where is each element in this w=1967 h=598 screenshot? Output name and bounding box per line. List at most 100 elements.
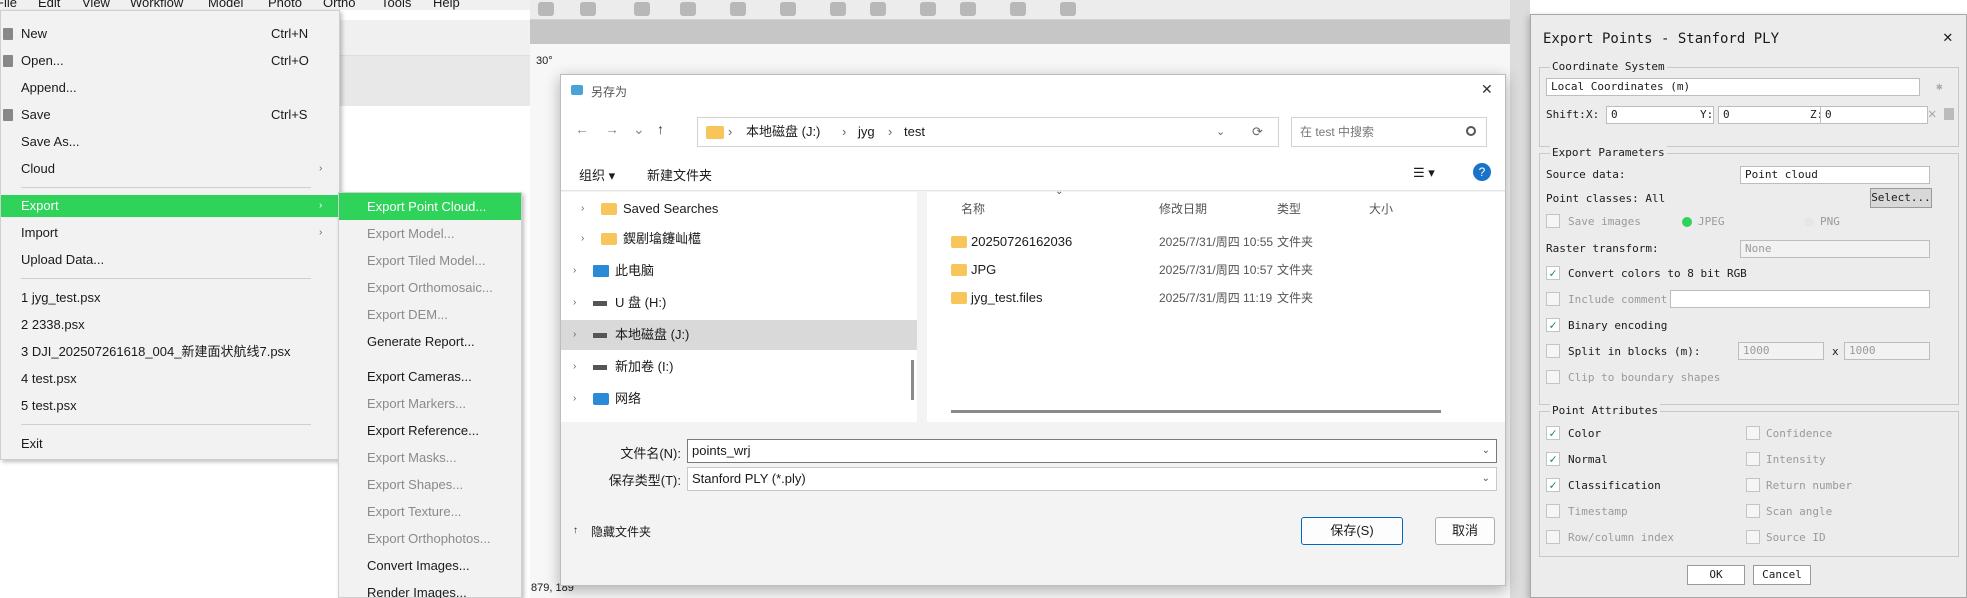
recent-file-5[interactable]: 5 test.psx (1, 395, 339, 417)
horizontal-scrollbar[interactable] (951, 410, 1441, 413)
menu-file[interactable]: File (0, 0, 17, 10)
render-images-item[interactable]: Render Images... (339, 579, 521, 598)
export-tiled-model-item[interactable]: Export Tiled Model... (339, 247, 521, 274)
ok-button[interactable]: OK (1687, 565, 1745, 585)
png-radio[interactable] (1804, 217, 1814, 227)
menu-item-save[interactable]: Save Ctrl+S (1, 104, 339, 126)
export-texture-item[interactable]: Export Texture... (339, 498, 521, 525)
tool-icon[interactable] (680, 2, 696, 16)
chevron-right-icon[interactable]: › (573, 256, 576, 286)
tool-icon[interactable] (580, 2, 596, 16)
clip-boundary-checkbox[interactable] (1546, 370, 1560, 384)
organize-button[interactable]: 组织 ▾ (579, 165, 615, 184)
chevron-down-icon[interactable]: ⌄ (1216, 118, 1225, 146)
menu-item-save-as[interactable]: Save As... (1, 131, 339, 153)
raster-transform-select[interactable]: None (1740, 240, 1930, 258)
chevron-right-icon[interactable]: › (573, 352, 576, 382)
close-icon[interactable]: ✕ (1943, 27, 1953, 46)
export-model-item[interactable]: Export Model... (339, 220, 521, 247)
hide-folders-toggle[interactable]: 隐藏文件夹 (591, 523, 651, 540)
export-orthomosaic-item[interactable]: Export Orthomosaic... (339, 274, 521, 301)
menu-help[interactable]: Help (433, 0, 460, 10)
filetype-select[interactable]: Stanford PLY (*.ply) ⌄ (687, 467, 1497, 491)
return-number-checkbox[interactable] (1746, 478, 1760, 492)
menu-photo[interactable]: Photo (268, 0, 302, 10)
column-date[interactable]: 修改日期 (1159, 200, 1207, 217)
menu-view[interactable]: View (82, 0, 110, 10)
address-bar[interactable]: › 本地磁盘 (J:) › jyg › test ⌄ ⟳ (697, 117, 1279, 147)
file-row[interactable]: 20250726162036 2025/7/31/周四 10:55 文件夹 (927, 228, 1505, 256)
recent-file-1[interactable]: 1 jyg_test.psx (1, 287, 339, 309)
chevron-up-icon[interactable]: ↑ (573, 525, 578, 536)
export-masks-item[interactable]: Export Masks... (339, 444, 521, 471)
breadcrumb-test[interactable]: test (904, 118, 925, 146)
nav-scrollbar[interactable] (911, 360, 914, 400)
select-classes-button[interactable]: Select... (1870, 188, 1932, 208)
nav-item-network[interactable]: › 网络 (561, 384, 917, 414)
generate-report-item[interactable]: Generate Report... (339, 328, 521, 355)
up-folder-icon[interactable]: ↑ (657, 121, 664, 137)
tool-icon[interactable] (920, 2, 936, 16)
normal-checkbox[interactable]: ✓ (1546, 452, 1560, 466)
cancel-button[interactable]: Cancel (1753, 565, 1811, 585)
help-icon[interactable]: ? (1473, 163, 1491, 181)
tool-icon[interactable] (870, 2, 886, 16)
menu-item-import[interactable]: Import › (1, 222, 339, 244)
file-row[interactable]: jyg_test.files 2025/7/31/周四 11:19 文件夹 (927, 284, 1505, 312)
tool-icon[interactable] (830, 2, 846, 16)
convert-images-item[interactable]: Convert Images... (339, 552, 521, 579)
filename-input[interactable]: points_wrj ⌄ (687, 439, 1497, 463)
tool-icon[interactable] (634, 2, 650, 16)
menu-item-new[interactable]: New Ctrl+N (1, 23, 339, 45)
save-images-checkbox[interactable] (1546, 214, 1560, 228)
export-dem-item[interactable]: Export DEM... (339, 301, 521, 328)
new-folder-button[interactable]: 新建文件夹 (647, 165, 712, 184)
export-point-cloud-item[interactable]: Export Point Cloud... (339, 193, 521, 220)
save-button[interactable]: 保存(S) (1301, 517, 1403, 545)
color-checkbox[interactable]: ✓ (1546, 426, 1560, 440)
file-row[interactable]: JPG 2025/7/31/周四 10:57 文件夹 (927, 256, 1505, 284)
menu-edit[interactable]: Edit (38, 0, 60, 10)
scan-angle-checkbox[interactable] (1746, 504, 1760, 518)
menu-item-exit[interactable]: Exit (1, 433, 339, 455)
chevron-right-icon[interactable]: › (581, 194, 584, 224)
comment-input[interactable] (1670, 290, 1930, 308)
menu-model[interactable]: Model (208, 0, 243, 10)
export-shapes-item[interactable]: Export Shapes... (339, 471, 521, 498)
close-icon[interactable]: ✕ (1481, 81, 1493, 98)
search-input[interactable]: 在 test 中搜索 (1291, 117, 1487, 147)
tool-icon[interactable] (1010, 2, 1026, 16)
menu-item-export[interactable]: Export › (1, 195, 339, 217)
intensity-checkbox[interactable] (1746, 452, 1760, 466)
recent-file-3[interactable]: 3 DJI_202507261618_004_新建面状航线7.psx (1, 341, 339, 363)
export-cameras-item[interactable]: Export Cameras... (339, 363, 521, 390)
forward-icon[interactable]: → (605, 121, 619, 137)
tool-icon[interactable] (780, 2, 796, 16)
export-markers-item[interactable]: Export Markers... (339, 390, 521, 417)
breadcrumb-jyg[interactable]: jyg (858, 118, 875, 146)
chevron-down-icon[interactable]: ⌄ (1482, 440, 1490, 462)
confidence-checkbox[interactable] (1746, 426, 1760, 440)
nav-item-saved-searches[interactable]: › Saved Searches (561, 194, 917, 224)
menu-ortho[interactable]: Ortho (323, 0, 356, 10)
nav-item-volume-i[interactable]: › 新加卷 (I:) (561, 352, 917, 382)
menu-item-open[interactable]: Open... Ctrl+O (1, 50, 339, 72)
view-options-icon[interactable]: ☰ ▾ (1413, 165, 1435, 181)
split-blocks-checkbox[interactable] (1546, 344, 1560, 358)
column-name[interactable]: 名称 (961, 200, 985, 217)
nav-item-usb-drive[interactable]: › U 盘 (H:) (561, 288, 917, 318)
recent-file-4[interactable]: 4 test.psx (1, 368, 339, 390)
chevron-right-icon[interactable]: › (573, 320, 576, 350)
nav-item-folder[interactable]: › 鍥剧墖鑳屾櫙 (561, 224, 917, 254)
recent-file-2[interactable]: 2 2338.psx (1, 314, 339, 336)
menu-workflow[interactable]: Workflow (130, 0, 183, 10)
back-icon[interactable]: ← (575, 121, 589, 137)
tool-icon[interactable] (1060, 2, 1076, 16)
cancel-button[interactable]: 取消 (1435, 517, 1495, 545)
menu-item-cloud[interactable]: Cloud › (1, 158, 339, 180)
column-size[interactable]: 大小 (1369, 200, 1393, 217)
recent-locations-icon[interactable]: ⌄ (633, 121, 645, 138)
shift-x-input[interactable]: 0 (1606, 106, 1714, 124)
shift-z-input[interactable]: 0 (1820, 106, 1928, 124)
nav-item-this-pc[interactable]: › 此电脑 (561, 256, 917, 286)
